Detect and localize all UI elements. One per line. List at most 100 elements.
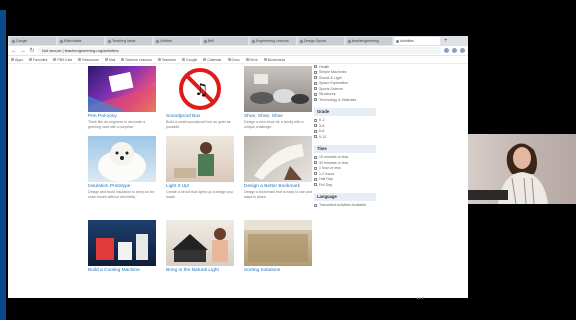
activity-card[interactable]: Bring in the Natural Light bbox=[166, 220, 234, 273]
bookmark-icon bbox=[182, 58, 186, 61]
filter-label: 6-8 bbox=[319, 129, 325, 134]
tab[interactable]: Edtechtask bbox=[58, 37, 104, 45]
filter-option[interactable]: 9-12 bbox=[314, 134, 376, 140]
video-controls[interactable]: ◂ ▸ ⏸ bbox=[416, 294, 468, 300]
checkbox-icon[interactable] bbox=[314, 98, 317, 102]
profile-icon[interactable] bbox=[460, 48, 465, 53]
filter-label: 9-12 bbox=[319, 134, 327, 139]
card-title[interactable]: Light It Up! bbox=[166, 184, 234, 189]
bookmark[interactable]: Favorites bbox=[28, 57, 48, 62]
activity-card[interactable]: Pen Pal-oony Think like an engineer to d… bbox=[88, 66, 156, 129]
time-heading: Time bbox=[314, 144, 376, 153]
no-sound-icon: ♫ bbox=[179, 68, 221, 110]
bookmark[interactable]: Docs bbox=[227, 58, 240, 62]
checkbox-icon[interactable] bbox=[314, 76, 317, 80]
card-title[interactable]: Bring in the Natural Light bbox=[166, 268, 234, 273]
card-description: Think like an engineer to decorate a gre… bbox=[88, 120, 146, 129]
card-title[interactable]: Pen Pal-oony bbox=[88, 114, 156, 119]
favicon-icon bbox=[12, 39, 15, 43]
reload-icon[interactable]: ↻ bbox=[29, 47, 35, 54]
tab-bar: Google Edtechtask Teaching Ideas Untitle… bbox=[8, 36, 468, 46]
tab[interactable]: Google bbox=[10, 37, 56, 45]
checkbox-icon[interactable] bbox=[314, 183, 317, 187]
tab-label: teachengineering bbox=[352, 39, 379, 43]
tab[interactable]: teachengineering bbox=[346, 37, 392, 45]
bookmark[interactable]: Resources bbox=[78, 58, 99, 62]
bookmark-label: Resources bbox=[82, 57, 99, 62]
checkbox-icon[interactable] bbox=[314, 65, 317, 69]
checkbox-icon[interactable] bbox=[314, 87, 317, 91]
tab[interactable]: Design Squad bbox=[298, 37, 344, 45]
checkbox-icon[interactable] bbox=[314, 203, 317, 207]
checkbox-icon[interactable] bbox=[314, 177, 317, 181]
checkbox-icon[interactable] bbox=[314, 124, 317, 128]
bookmark[interactable]: Apps bbox=[11, 58, 23, 62]
bookmark[interactable]: Bookmarks bbox=[263, 58, 285, 62]
favicon-icon bbox=[204, 39, 207, 43]
card-title[interactable]: Design a Better Bookmark bbox=[244, 184, 312, 189]
checkbox-icon[interactable] bbox=[314, 129, 317, 133]
card-image bbox=[88, 136, 156, 182]
filter-option[interactable]: Full Day bbox=[314, 182, 376, 188]
language-heading: Language bbox=[314, 192, 376, 201]
tab-label: Teaching Ideas bbox=[112, 39, 136, 43]
greeting-card-icon bbox=[88, 71, 156, 112]
tab-label: Design Squad bbox=[304, 39, 326, 43]
card-title[interactable]: Soundproof Box bbox=[166, 114, 234, 119]
bookmark-icon bbox=[78, 58, 82, 61]
checkbox-icon[interactable] bbox=[314, 118, 317, 122]
bookmark[interactable]: Calendar bbox=[203, 57, 222, 62]
card-title[interactable]: Insulation Prototype bbox=[88, 184, 156, 189]
bookmark-label: Science Lessons bbox=[125, 57, 152, 62]
activity-card[interactable]: Build a Cooling Machine bbox=[88, 220, 156, 273]
activity-card[interactable]: Insulation Prototype Design and build in… bbox=[88, 136, 156, 199]
url-field[interactable]: Not secure | teachengineering.org/activi… bbox=[38, 47, 441, 54]
card-title[interactable]: Build a Cooling Machine bbox=[88, 268, 156, 273]
activity-card[interactable]: Shoe, Shoe, Shoe Design a new shoe for a… bbox=[244, 66, 312, 129]
filter-option[interactable]: Translated Activities Available bbox=[314, 203, 376, 209]
checkbox-icon[interactable] bbox=[314, 135, 317, 139]
checkbox-icon[interactable] bbox=[314, 172, 317, 176]
new-tab-button[interactable]: + bbox=[444, 38, 448, 44]
back-icon[interactable]: ← bbox=[11, 48, 17, 54]
filter-label: Technology & Materials bbox=[319, 97, 357, 102]
bookmark-icon bbox=[28, 58, 32, 61]
extension-icon[interactable] bbox=[452, 48, 457, 53]
bookmark-label: Calendar bbox=[207, 57, 222, 62]
checkbox-icon[interactable] bbox=[314, 70, 317, 74]
checkbox-icon[interactable] bbox=[314, 161, 317, 165]
filter-label: Health bbox=[319, 64, 330, 69]
tab-active[interactable]: Activities bbox=[394, 37, 440, 45]
bookmark[interactable]: Google bbox=[182, 58, 197, 62]
bookmark[interactable]: Teachers bbox=[157, 58, 176, 62]
card-title[interactable]: Sorting Solutions bbox=[244, 268, 312, 273]
forward-icon[interactable]: → bbox=[20, 48, 26, 54]
bookmark[interactable]: Mail bbox=[104, 58, 115, 62]
bookmark-icon bbox=[121, 58, 125, 61]
tab[interactable]: Untitled bbox=[154, 37, 200, 45]
tab-label: Edtechtask bbox=[64, 39, 82, 43]
card-title[interactable]: Shoe, Shoe, Shoe bbox=[244, 114, 312, 119]
bookmark-icon bbox=[227, 58, 231, 61]
bookmark[interactable]: Drive bbox=[245, 57, 258, 62]
bookmark[interactable]: PBS Kids bbox=[53, 58, 72, 62]
activity-card[interactable]: ♫ Soundproof Box Build a small soundproo… bbox=[166, 66, 234, 129]
bookmark[interactable]: Science Lessons bbox=[121, 57, 152, 62]
bookmark-icon bbox=[53, 58, 57, 61]
bookmark-label: Drive bbox=[249, 57, 258, 62]
filter-option[interactable]: Technology & Materials bbox=[314, 97, 376, 103]
tab[interactable]: Teaching Ideas bbox=[106, 37, 152, 45]
tab[interactable]: Bell bbox=[202, 37, 248, 45]
checkbox-icon[interactable] bbox=[314, 92, 317, 96]
activity-card[interactable]: Design a Better Bookmark Design a bookma… bbox=[244, 136, 312, 199]
checkbox-icon[interactable] bbox=[314, 166, 317, 170]
extension-icon[interactable] bbox=[444, 48, 449, 53]
filter-label: 1 hour or less bbox=[319, 166, 341, 171]
checkbox-icon[interactable] bbox=[314, 81, 317, 85]
tab[interactable]: Engineering Lessons bbox=[250, 37, 296, 45]
checkbox-icon[interactable] bbox=[314, 155, 317, 159]
activity-card[interactable]: Light It Up! Create a circuit that light… bbox=[166, 136, 234, 199]
activity-card[interactable]: Sorting Solutions bbox=[244, 220, 312, 273]
bookmark-icon bbox=[263, 58, 267, 61]
bookmark-label: Favorites bbox=[32, 57, 48, 62]
